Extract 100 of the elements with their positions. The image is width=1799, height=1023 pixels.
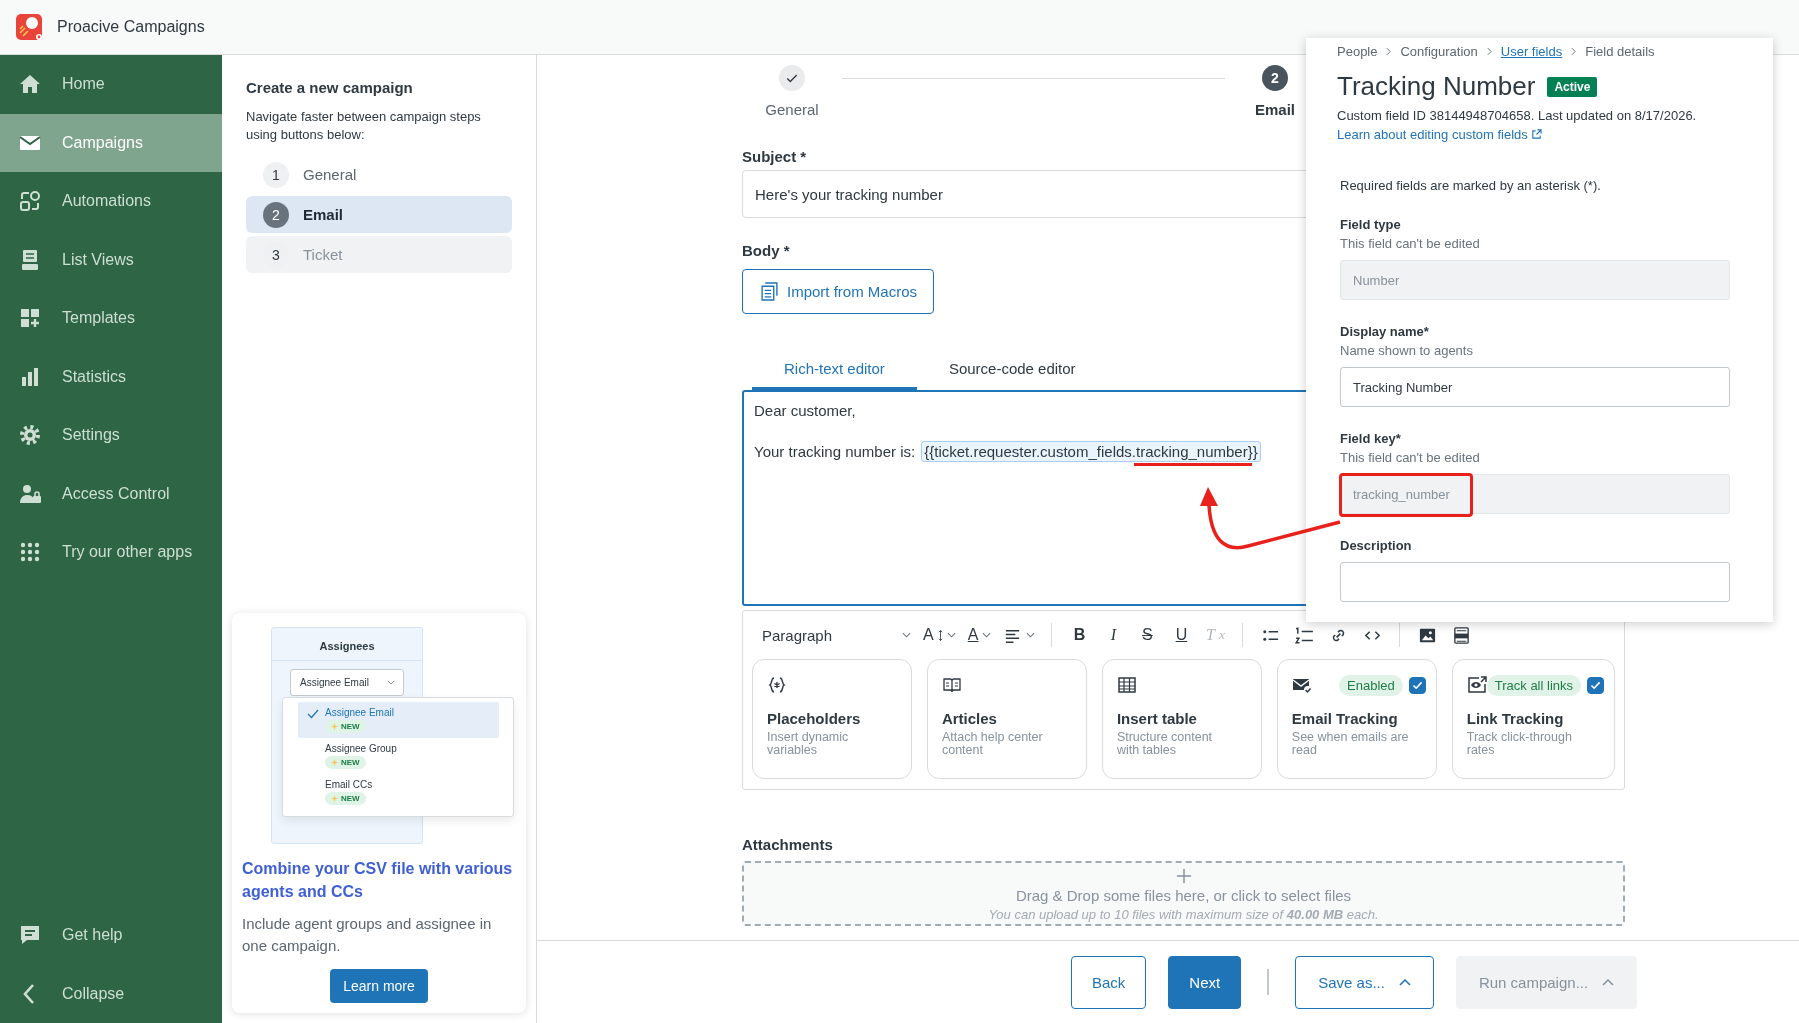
breadcrumb-item: Configuration (1400, 44, 1478, 59)
sidebar-item[interactable]: Try our other apps (0, 523, 222, 582)
chevron-right-icon (1571, 47, 1577, 56)
paragraph-dropdown[interactable]: Paragraph (752, 626, 916, 644)
sparkle-icon (331, 759, 338, 766)
help-link[interactable]: Learn about editing custom fields (1337, 127, 1542, 142)
caret-icon (1602, 978, 1615, 986)
footer-button[interactable]: Back (1071, 955, 1147, 1009)
sidebar-item[interactable]: List Views (0, 230, 222, 289)
editor-text: Dear customer, (754, 402, 857, 419)
step-label: General (765, 101, 819, 118)
card-title: Placeholders (767, 710, 862, 727)
step-nav-item[interactable]: 2 Email (246, 196, 512, 233)
panel-title: Create a new campaign (246, 79, 414, 96)
card-description: See when emails are read (1291, 731, 1410, 757)
editor-tab[interactable]: Rich-text editor (752, 360, 917, 390)
up-down-arrow-icon (937, 628, 943, 642)
settings-icon (18, 423, 42, 448)
field-label: Subject * (742, 148, 807, 165)
sparkle-icon (331, 723, 338, 730)
card-title: Link Tracking (1466, 710, 1565, 727)
documents-icon (760, 282, 779, 301)
bold-button[interactable]: B (1064, 626, 1095, 644)
card-title: Articles (941, 710, 998, 727)
check-icon (1411, 680, 1423, 690)
step-nav-item[interactable]: 1 General (246, 156, 512, 193)
caret-icon (982, 632, 992, 638)
step-number: 2 (1262, 65, 1288, 91)
italic-button[interactable]: I (1098, 626, 1129, 644)
menu-button[interactable]: Save as... (1295, 955, 1434, 1009)
sidebar-item[interactable]: Automations (0, 172, 222, 231)
open-book-icon (941, 675, 962, 695)
field-hint: Name shown to agents (1340, 343, 1473, 358)
feature-card[interactable]: Articles Attach help center content (926, 659, 1087, 779)
sparkle-icon (331, 795, 338, 802)
file-dropzone[interactable]: Drag & Drop some files here, or click to select files You can upload up to 10 files with maximum size of 40.00 MB each. (742, 861, 1625, 926)
sidebar-item[interactable]: Collapse (0, 964, 222, 1023)
field-label: Body * (742, 242, 790, 259)
input-field[interactable] (1340, 562, 1730, 602)
breadcrumb-link[interactable]: User fields (1500, 44, 1563, 59)
sidebar-item[interactable]: Settings (0, 406, 222, 465)
read-only-field: tracking_number (1340, 474, 1730, 514)
check-icon (307, 709, 319, 719)
font-size-button[interactable]: A (919, 626, 960, 644)
card-title: Insert table (1116, 710, 1198, 727)
breadcrumb-item: People (1337, 44, 1378, 59)
feature-card[interactable]: Insert table Structure content with tables (1101, 659, 1262, 779)
card-title: Email Tracking (1291, 710, 1399, 727)
input-field[interactable]: Tracking Number (1340, 367, 1730, 407)
feature-card[interactable]: Placeholders Insert dynamic variables (752, 659, 912, 779)
promo-text: Include agent groups and assignee in one campaign. (242, 914, 493, 956)
card-description: Structure content with tables (1116, 731, 1214, 757)
card-description: Insert dynamic variables (767, 731, 850, 757)
underline-button[interactable]: U (1166, 626, 1197, 644)
braces-asterisk-icon (767, 675, 787, 695)
html-block-icon (1451, 625, 1471, 645)
editor-tab[interactable]: Source-code editor (916, 360, 1108, 390)
checkbox[interactable] (1408, 676, 1426, 694)
strikethrough-button[interactable]: S (1132, 626, 1163, 644)
field-meta: Custom field ID 38144948704658. Last updated on 8/17/2026. (1337, 108, 1698, 123)
learn-more-button[interactable]: Learn more (330, 969, 428, 1003)
step-label: Email (1255, 101, 1295, 118)
field-hint: This field can't be edited (1340, 450, 1480, 465)
footer-button[interactable]: Next (1168, 955, 1242, 1009)
app-logo-icon (15, 13, 43, 41)
illustration-header: Assignees (272, 628, 422, 661)
plus-icon (1176, 869, 1191, 883)
numbered-list-icon (1294, 625, 1314, 645)
chevron-right-icon (1486, 47, 1492, 56)
option-label: Assignee Group (325, 743, 397, 754)
text-color-button[interactable]: A (963, 626, 996, 644)
option-label: Email CCs (325, 779, 373, 790)
field-label: Display name* (1340, 324, 1429, 339)
field-label: Field key* (1340, 431, 1401, 446)
sidebar-item[interactable]: Templates (0, 289, 222, 348)
check-icon (1590, 680, 1601, 690)
caret-icon (387, 680, 395, 685)
caret-icon (902, 632, 912, 638)
sidebar-item[interactable]: Get help (0, 906, 222, 965)
panel-description: Navigate faster between campaign steps using buttons below: (246, 108, 482, 144)
field-hint: This field can't be edited (1340, 236, 1480, 251)
feature-card[interactable]: Track all links Link Tracking Track click-through rates (1451, 659, 1615, 779)
field-label: Field type (1340, 217, 1401, 232)
import-button[interactable]: Import from Macros (742, 269, 935, 314)
status-badge: Active (1547, 76, 1598, 97)
checkbox[interactable] (1587, 676, 1604, 694)
sidebar-item[interactable]: Access Control (0, 464, 222, 523)
required-note: Required fields are marked by an asterisk (*). (1339, 178, 1602, 193)
new-badge: NEW (325, 720, 366, 733)
external-link-icon (1530, 129, 1542, 140)
sidebar-item[interactable]: Campaigns (0, 113, 222, 172)
sidebar-item[interactable]: Home (0, 55, 222, 114)
chevron-right-icon (1386, 47, 1392, 56)
eye-frame-icon (1466, 675, 1487, 695)
sidebar-item[interactable]: Statistics (0, 347, 222, 406)
dropzone-hint: You can upload up to 10 files with maximum size of 40.00 MB each. (988, 907, 1379, 922)
field-title: Tracking Number (1337, 71, 1536, 102)
option-label: Assignee Email (325, 707, 394, 718)
section-label: Attachments (742, 836, 833, 853)
feature-card[interactable]: Enabled Email Tracking See when emails are read (1276, 659, 1437, 779)
